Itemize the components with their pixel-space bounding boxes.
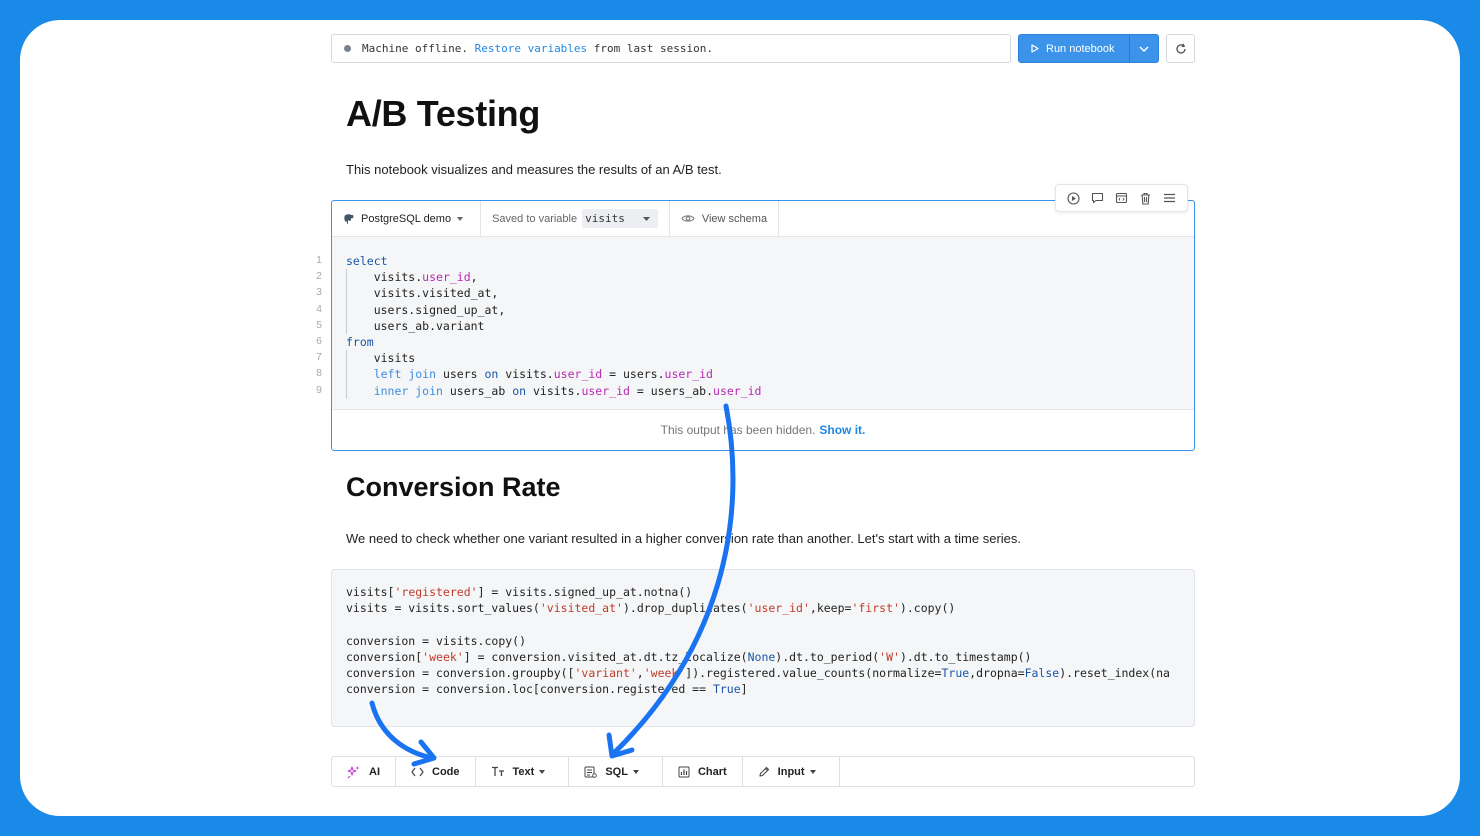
chevron-down-icon	[632, 769, 639, 774]
add-ai-cell-button[interactable]: AI	[332, 757, 396, 786]
code-line: left join users on visits.user_id = user…	[373, 367, 713, 382]
line-number: 9	[316, 383, 322, 396]
section-description: We need to check whether one variant res…	[346, 531, 1022, 546]
line-number-gutter: 1 2 3 4 5 6 7 8 9	[308, 252, 322, 398]
line-number: 3	[316, 286, 322, 299]
ai-label: AI	[369, 765, 380, 778]
text-label: Text	[512, 765, 535, 778]
notebook-window: Machine offline. Restore variables from …	[20, 20, 1460, 816]
line-number: 8	[316, 367, 322, 380]
cell-toolbar	[1055, 184, 1188, 212]
variable-name-input[interactable]: visits	[582, 209, 658, 228]
run-notebook-label: Run notebook	[1046, 42, 1115, 55]
restore-variables-link[interactable]: Restore variables	[475, 42, 588, 55]
sparkles-icon	[347, 765, 360, 778]
view-schema-button[interactable]: View schema	[670, 201, 780, 236]
code-label: Code	[432, 765, 460, 778]
run-notebook-button[interactable]: Run notebook	[1019, 35, 1130, 62]
run-options-dropdown[interactable]	[1130, 35, 1158, 62]
postgresql-icon	[344, 213, 354, 224]
line-number: 4	[316, 302, 322, 315]
output-hidden-notice: This output has been hidden. Show it.	[332, 409, 1194, 450]
add-chart-cell-button[interactable]: Chart	[663, 757, 743, 786]
code-line: conversion = conversion.loc[conversion.r…	[346, 682, 748, 697]
line-number: 2	[316, 270, 322, 283]
code-line: select	[346, 254, 388, 268]
add-text-cell-button[interactable]: Text	[476, 757, 570, 786]
section-heading: Conversion Rate	[346, 472, 561, 502]
status-text-suffix: from last session.	[587, 42, 714, 55]
page-title: A/B Testing	[346, 93, 541, 134]
chevron-down-icon	[457, 216, 464, 221]
pencil-icon	[759, 766, 769, 777]
code-line: conversion = conversion.groupby(['varian…	[346, 665, 1170, 680]
code-line: users_ab.variant	[346, 318, 485, 333]
indent-guide	[346, 350, 347, 399]
add-input-cell-button[interactable]: Input	[743, 757, 840, 786]
add-code-cell-button[interactable]: Code	[396, 757, 476, 786]
code-line: visits	[346, 351, 416, 366]
run-notebook-button-group: Run notebook	[1018, 34, 1159, 63]
output-hidden-text: This output has been hidden.	[660, 423, 816, 437]
code-line: visits.user_id,	[346, 270, 478, 285]
variable-name-value: visits	[585, 212, 625, 225]
machine-status-bar: Machine offline. Restore variables from …	[331, 34, 1011, 63]
intro-text: This notebook visualizes and measures th…	[346, 162, 722, 177]
add-sql-cell-button[interactable]: SQL	[569, 757, 663, 786]
refresh-button[interactable]	[1166, 34, 1195, 63]
text-icon	[491, 766, 504, 776]
sql-label: SQL	[605, 765, 628, 778]
line-number: 6	[316, 334, 322, 347]
run-cell-icon[interactable]	[1064, 189, 1082, 207]
eye-icon	[681, 215, 695, 222]
view-schema-label: View schema	[701, 212, 768, 225]
add-cell-bar: AI Code Text SQL Chart Input	[331, 756, 1195, 787]
sql-icon	[584, 766, 598, 778]
input-label: Input	[777, 765, 805, 778]
code-brackets-icon	[411, 767, 424, 776]
code-line: visits = visits.sort_values('visited_at'…	[346, 601, 956, 616]
chevron-down-icon	[809, 769, 816, 774]
code-line: visits['registered'] = visits.signed_up_…	[346, 585, 693, 599]
chart-label: Chart	[697, 765, 727, 778]
play-icon	[1031, 44, 1039, 53]
bar-chart-icon	[678, 766, 690, 777]
code-line: conversion['week'] = conversion.visited_…	[346, 649, 1032, 664]
status-text-prefix: Machine offline.	[362, 42, 475, 55]
line-number: 5	[316, 318, 322, 331]
saved-variable-field: Saved to variable visits	[481, 201, 670, 236]
offline-status-dot	[344, 45, 351, 52]
refresh-icon	[1175, 43, 1186, 54]
sql-cell: PostgreSQL demo Saved to variable visits…	[331, 200, 1195, 451]
code-line: visits.visited_at,	[346, 286, 499, 301]
datasource-name: PostgreSQL demo	[361, 212, 452, 225]
code-view-icon[interactable]	[1112, 189, 1130, 207]
comment-icon[interactable]	[1088, 189, 1106, 207]
datasource-selector[interactable]: PostgreSQL demo	[332, 201, 482, 236]
saved-variable-label: Saved to variable	[492, 212, 578, 225]
code-line: users.signed_up_at,	[346, 302, 506, 317]
python-code-cell[interactable]: visits['registered'] = visits.signed_up_…	[331, 569, 1195, 727]
delete-icon[interactable]	[1137, 189, 1155, 207]
chevron-down-icon	[539, 769, 546, 774]
line-number: 7	[316, 351, 322, 364]
menu-icon[interactable]	[1161, 189, 1179, 207]
chevron-down-icon	[1139, 45, 1149, 52]
code-line: from	[346, 334, 374, 349]
sql-code-editor[interactable]: select visits.user_id, visits.visited_at…	[332, 237, 1194, 409]
line-number: 1	[316, 254, 322, 266]
code-line: inner join users_ab on visits.user_id = …	[373, 383, 762, 398]
show-output-link[interactable]: Show it.	[819, 423, 865, 437]
chevron-down-icon	[642, 216, 650, 221]
indent-guide	[346, 269, 347, 334]
code-line: conversion = visits.copy()	[346, 633, 527, 648]
